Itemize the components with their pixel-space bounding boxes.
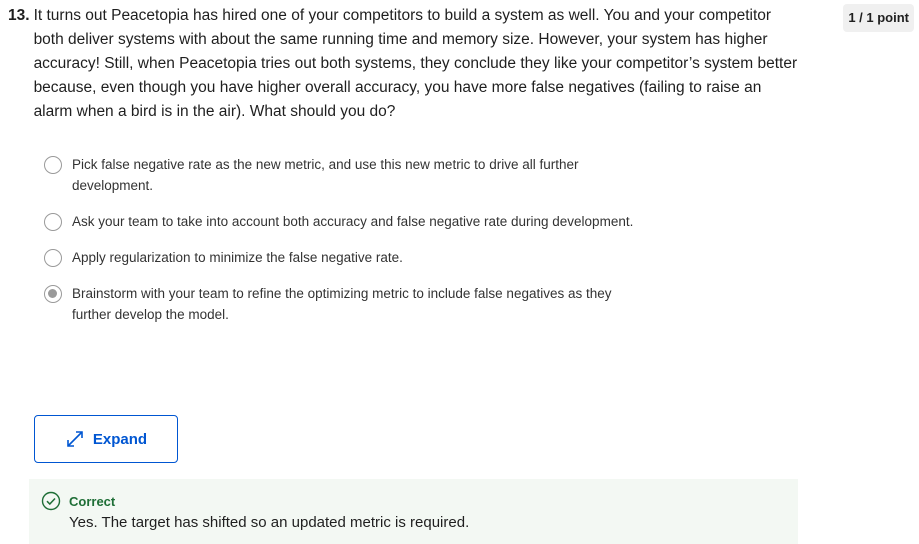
radio-button[interactable] (44, 249, 62, 267)
answer-options: Pick false negative rate as the new metr… (44, 153, 644, 339)
feedback-panel: Correct Yes. The target has shifted so a… (29, 479, 798, 544)
expand-label: Expand (92, 430, 148, 448)
expand-arrows-icon (67, 431, 83, 447)
check-circle-icon (41, 491, 61, 511)
option-label: Brainstorm with your team to refine the … (72, 286, 612, 322)
radio-button-selected[interactable] (44, 285, 62, 303)
expand-button[interactable]: Expand (34, 415, 178, 463)
radio-button[interactable] (44, 156, 62, 174)
question-number: 13. (8, 7, 30, 24)
question: 13. It turns out Peacetopia has hired on… (8, 4, 798, 124)
option-4[interactable]: Brainstorm with your team to refine the … (44, 282, 644, 325)
option-label: Pick false negative rate as the new metr… (72, 157, 579, 193)
quiz-page: 13. It turns out Peacetopia has hired on… (0, 0, 919, 544)
radio-button[interactable] (44, 213, 62, 231)
feedback-title: Correct (69, 493, 116, 509)
option-2[interactable]: Ask your team to take into account both … (44, 210, 644, 232)
feedback-text: Yes. The target has shifted so an update… (69, 514, 470, 531)
option-1[interactable]: Pick false negative rate as the new metr… (44, 153, 644, 196)
feedback-header: Correct (41, 491, 115, 511)
points-badge: 1 / 1 point (843, 4, 914, 32)
option-label: Apply regularization to minimize the fal… (72, 250, 403, 265)
question-text: It turns out Peacetopia has hired one of… (33, 7, 798, 120)
option-label: Ask your team to take into account both … (72, 214, 634, 229)
option-3[interactable]: Apply regularization to minimize the fal… (44, 246, 644, 268)
